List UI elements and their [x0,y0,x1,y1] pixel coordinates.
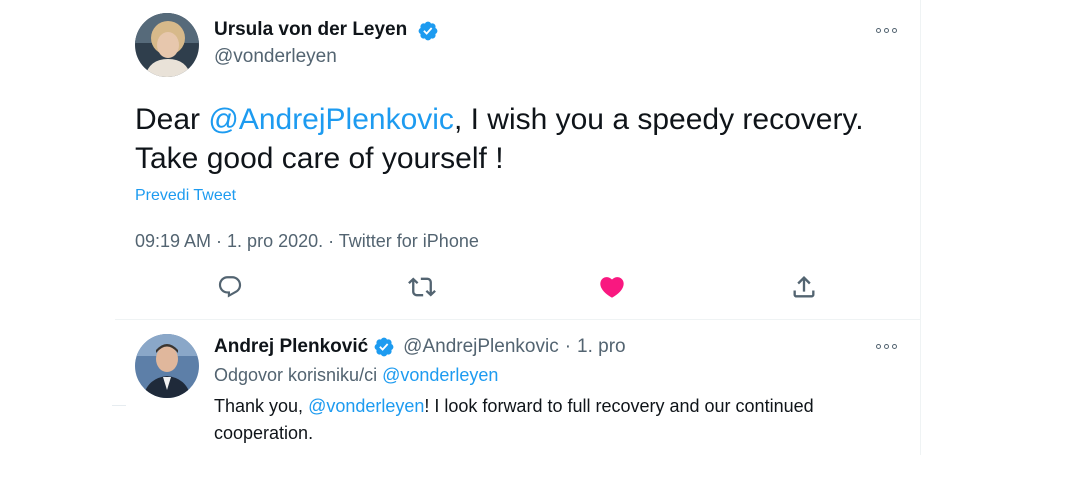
reply-icon [218,276,242,298]
reply-header: Andrej Plenković @AndrejPlenkovic · 1. p… [214,335,626,359]
tweet-metadata[interactable]: 09:19 AM · 1. pro 2020. · Twitter for iP… [135,231,479,252]
share-button[interactable] [789,272,819,302]
mention-link[interactable]: @vonderleyen [382,365,498,385]
reply-text: Thank you, @vonderleyen! I look forward … [214,393,904,447]
reply-author-avatar[interactable] [135,334,199,398]
reply-date[interactable]: 1. pro [577,336,626,358]
more-options-icon[interactable] [876,340,902,352]
divider [115,319,920,320]
reply-author-name[interactable]: Andrej Plenković [214,336,368,358]
verified-badge-icon [374,337,394,357]
separator-dot: · [564,336,572,357]
mention-link[interactable]: @vonderleyen [308,396,424,416]
verified-badge-icon [418,21,438,41]
author-avatar[interactable] [135,13,199,77]
retweet-icon [408,277,436,297]
author-name[interactable]: Ursula von der Leyen [214,19,407,41]
tweet-panel [115,0,920,455]
retweet-button[interactable] [407,272,437,302]
thread-marker [112,405,126,406]
mention-link[interactable]: @AndrejPlenkovic [208,103,454,136]
reply-text-part: Thank you, [214,396,309,416]
timeline-border [920,0,921,455]
replying-to-label: Odgovor korisniku/ci [214,365,383,385]
tweet-text: Dear @AndrejPlenkovic, I wish you a spee… [135,100,915,178]
like-button[interactable] [597,272,627,302]
author-handle[interactable]: @vonderleyen [214,46,337,68]
heart-icon [600,277,624,298]
reply-author-handle[interactable]: @AndrejPlenkovic [403,336,559,358]
reply-button[interactable] [215,272,245,302]
translate-tweet-link[interactable]: Prevedi Tweet [135,187,236,205]
more-options-icon[interactable] [876,24,902,36]
tweet-text-part: Dear [135,103,209,136]
share-icon [793,276,815,298]
replying-to: Odgovor korisniku/ci @vonderleyen [214,365,498,386]
